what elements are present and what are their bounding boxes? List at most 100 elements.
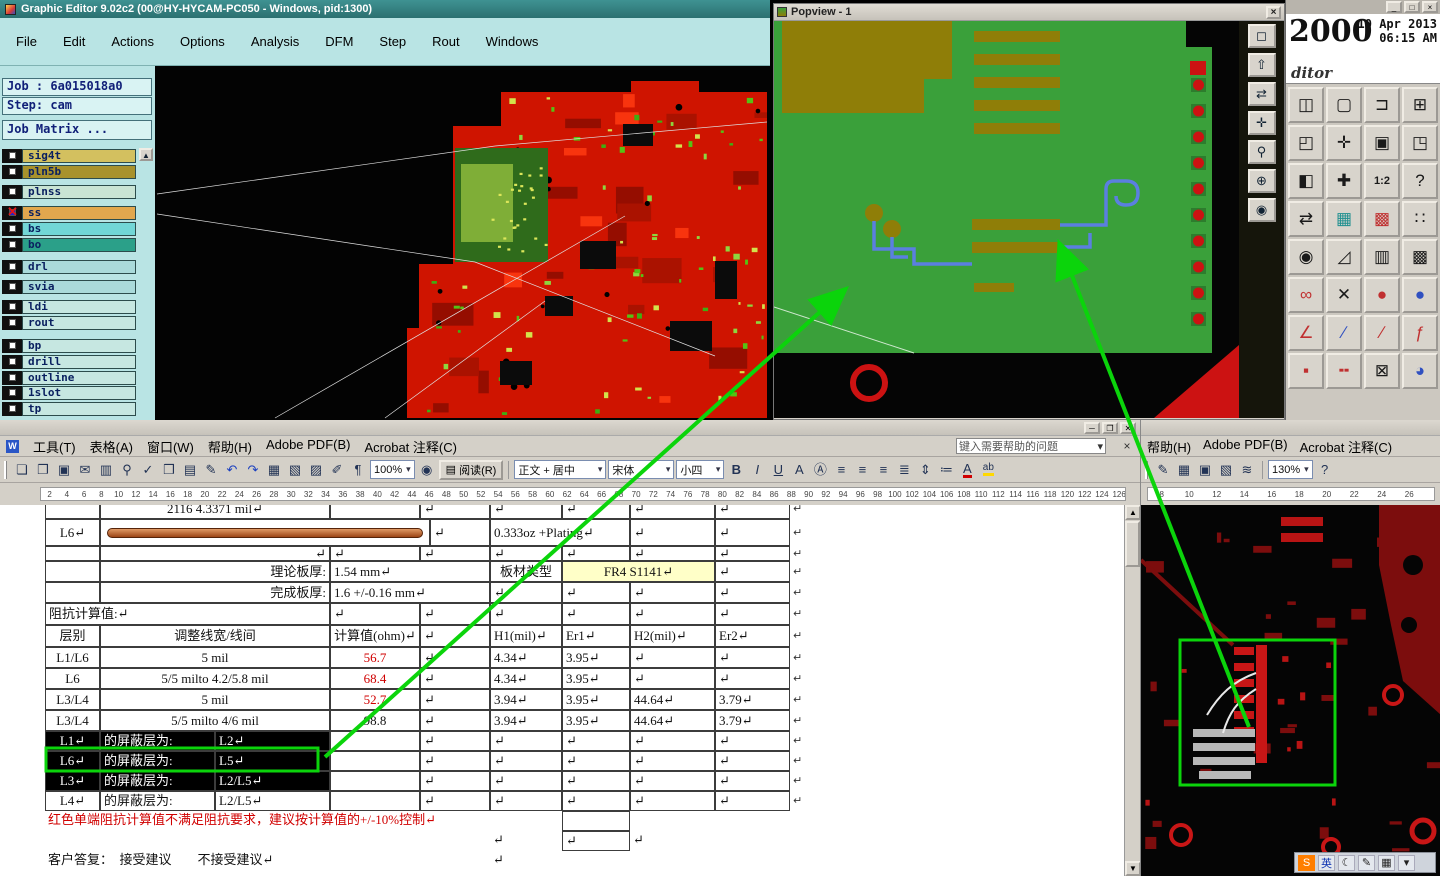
- paste-icon[interactable]: ▤: [180, 460, 200, 480]
- layer-row-pln5b[interactable]: pln5b: [2, 164, 136, 179]
- ime-moon-icon[interactable]: ☾: [1338, 854, 1355, 871]
- origin-icon[interactable]: ◉: [1247, 198, 1276, 222]
- toolbar-grip[interactable]: [4, 460, 7, 479]
- align-right-icon[interactable]: ≡: [873, 460, 893, 480]
- job-name-box[interactable]: Job : 6a015018a0: [2, 78, 152, 96]
- scroll-down-icon[interactable]: ▼: [1125, 861, 1141, 876]
- genesis-minimize-button[interactable]: _: [1386, 1, 1402, 13]
- angle-tool-icon[interactable]: ∠: [1288, 315, 1324, 351]
- word2-menu-acrobat-c[interactable]: Acrobat 注释(C): [1300, 437, 1392, 456]
- menu-actions[interactable]: Actions: [111, 34, 154, 49]
- align-left-icon[interactable]: ≡: [831, 460, 851, 480]
- word-menu-h[interactable]: 帮助(H): [208, 437, 252, 456]
- insert-table-icon[interactable]: ▦: [264, 460, 284, 480]
- word2-document[interactable]: [1141, 505, 1440, 876]
- layer-row-1slot[interactable]: 1slot: [2, 385, 136, 400]
- email-icon[interactable]: ✉: [75, 460, 95, 480]
- word-minimize-button[interactable]: ─: [1084, 421, 1100, 434]
- step-name-box[interactable]: Step: cam: [2, 97, 152, 115]
- word2-help-icon[interactable]: ?: [1315, 460, 1335, 480]
- menu-edit[interactable]: Edit: [63, 34, 85, 49]
- help-dropdown-icon[interactable]: ▾: [1097, 440, 1103, 453]
- insert-chart-icon[interactable]: ▧: [285, 460, 305, 480]
- pad-blue-icon[interactable]: ●: [1402, 277, 1438, 313]
- layer-checkbox[interactable]: [2, 164, 22, 179]
- layer-row-rout[interactable]: rout: [2, 315, 136, 330]
- layer-row-drl[interactable]: drl: [2, 259, 136, 274]
- toolbar-grip[interactable]: [1145, 460, 1148, 479]
- open-folder-icon[interactable]: ❐: [33, 460, 53, 480]
- columns-icon[interactable]: ▨: [306, 460, 326, 480]
- insert-picture-icon[interactable]: ▣: [1195, 460, 1215, 480]
- net-balls-icon[interactable]: ∞: [1288, 277, 1324, 313]
- line-blue-icon[interactable]: ∕: [1326, 315, 1362, 351]
- align-center-icon[interactable]: ≡: [852, 460, 872, 480]
- layer-row-plnss[interactable]: plnss: [2, 184, 136, 199]
- exit-door-icon[interactable]: ⊐: [1364, 87, 1400, 123]
- layer-row-tp[interactable]: tp: [2, 401, 136, 416]
- scroll-up-icon[interactable]: ▲: [1125, 505, 1141, 520]
- word-restore-button[interactable]: ❐: [1102, 421, 1118, 434]
- options-arrow-icon[interactable]: ▾: [1398, 854, 1415, 871]
- pcb-main-canvas[interactable]: [155, 66, 770, 420]
- word-menu-a[interactable]: 表格(A): [90, 437, 133, 456]
- layer-checkbox[interactable]: [2, 299, 22, 314]
- font-select[interactable]: 宋体 ▾: [608, 460, 675, 479]
- graphic-editor-titlebar[interactable]: Graphic Editor 9.02c2 (00@HY-HYCAM-PC050…: [0, 0, 770, 18]
- layer-checkbox[interactable]: [2, 221, 22, 236]
- origin-point-icon[interactable]: ◉: [1288, 239, 1324, 275]
- cascade-windows-icon[interactable]: ◳: [1402, 125, 1438, 161]
- layer-checkbox[interactable]: [2, 279, 22, 294]
- layer-checkbox[interactable]: [2, 315, 22, 330]
- menu-file[interactable]: File: [16, 34, 37, 49]
- swap-view-icon[interactable]: ⇄: [1247, 82, 1276, 106]
- style-select[interactable]: 正文 + 居中 ▾: [514, 460, 607, 479]
- word2-ruler[interactable]: 8 10 12 14 16 18 20 22 24 26: [1141, 483, 1440, 505]
- zoom-view-icon[interactable]: ⚲: [1247, 140, 1276, 164]
- layer-checkbox[interactable]: [2, 184, 22, 199]
- layer-checkbox[interactable]: [2, 259, 22, 274]
- dot-matrix-icon[interactable]: ∷: [1402, 201, 1438, 237]
- grid-toggle-icon[interactable]: ▦: [1326, 201, 1362, 237]
- small-pad-icon[interactable]: ▪: [1288, 353, 1324, 389]
- tile-windows-icon[interactable]: ⊞: [1402, 87, 1438, 123]
- layer-row-outline[interactable]: outline: [2, 370, 136, 385]
- layer-checkbox[interactable]: [2, 354, 22, 369]
- line-red-icon[interactable]: ∕: [1364, 315, 1400, 351]
- split-view-icon[interactable]: ◧: [1288, 163, 1324, 199]
- layer-row-drill[interactable]: drill: [2, 354, 136, 369]
- word-close-button[interactable]: ✕: [1120, 421, 1136, 434]
- scroll-thumb[interactable]: [1125, 521, 1140, 567]
- format-painter-icon[interactable]: ✎: [201, 460, 221, 480]
- font-color-icon[interactable]: A: [957, 460, 977, 480]
- save-icon[interactable]: ▣: [54, 460, 74, 480]
- screen-view-icon[interactable]: ▢: [1326, 87, 1362, 123]
- scale-1-2-icon[interactable]: 1:2: [1364, 163, 1400, 199]
- word-vertical-scrollbar[interactable]: ▲ ▼: [1124, 505, 1141, 876]
- numbering-icon[interactable]: ≔: [936, 460, 956, 480]
- fit-window-icon[interactable]: ✛: [1326, 125, 1362, 161]
- layer-row-svia[interactable]: svia: [2, 279, 136, 294]
- show-marks-icon[interactable]: ¶: [348, 460, 368, 480]
- text-wrap-icon[interactable]: ≋: [1237, 460, 1257, 480]
- transform-box-icon[interactable]: ⊠: [1364, 353, 1400, 389]
- font-size-dropdown-icon[interactable]: ▾: [716, 464, 721, 475]
- layer-list-scroll-up-icon[interactable]: ▲: [139, 148, 153, 161]
- layer-checkbox[interactable]: [2, 401, 22, 416]
- help-search-input[interactable]: 键入需要帮助的问题 ▾: [956, 438, 1106, 454]
- word-help-icon[interactable]: ◉: [417, 460, 437, 480]
- sogou-ime-icon[interactable]: S: [1298, 854, 1315, 871]
- ime-pen-icon[interactable]: ✎: [1358, 854, 1375, 871]
- zoom2-select[interactable]: 130% ▾: [1268, 460, 1313, 479]
- open-editor-icon[interactable]: ◫: [1288, 87, 1324, 123]
- italic-icon[interactable]: I: [747, 460, 767, 480]
- menu-analysis[interactable]: Analysis: [251, 34, 299, 49]
- soft-keyboard-icon[interactable]: ▦: [1378, 854, 1395, 871]
- bold-icon[interactable]: B: [726, 460, 746, 480]
- popview-titlebar[interactable]: Popview - 1 ×: [774, 4, 1284, 21]
- menu-dfm[interactable]: DFM: [325, 34, 353, 49]
- job-matrix-button[interactable]: Job Matrix ...: [2, 120, 152, 140]
- lang-english-icon[interactable]: 英: [1318, 854, 1335, 871]
- new-document-icon[interactable]: ❏: [12, 460, 32, 480]
- redo-icon[interactable]: ↷: [243, 460, 263, 480]
